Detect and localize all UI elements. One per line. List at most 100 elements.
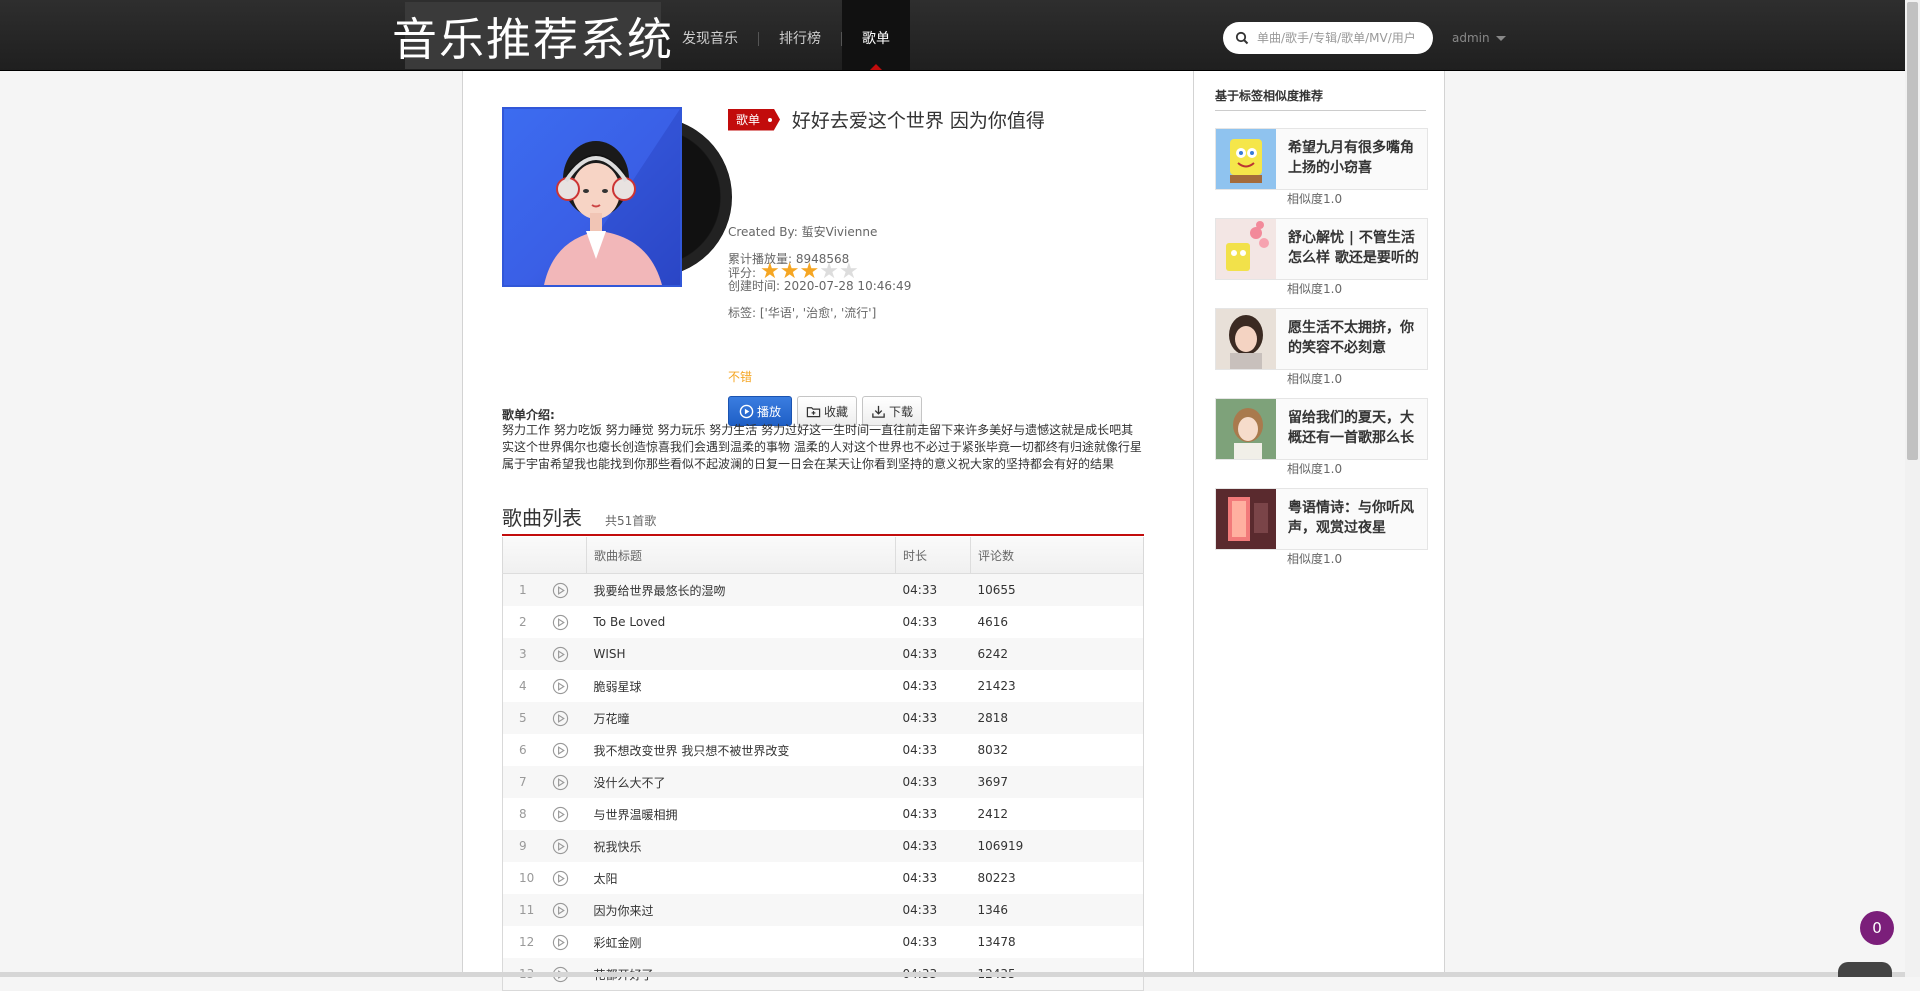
- recommend-card[interactable]: 粤语情诗：与你听风声，观赏过夜星: [1215, 488, 1428, 550]
- song-row[interactable]: 4 脆弱星球 04:33 21423: [503, 670, 1144, 702]
- recommend-card[interactable]: 舒心解忧 | 不管生活怎么样 歌还是要听的: [1215, 218, 1428, 280]
- play-circle-icon[interactable]: [552, 646, 569, 663]
- song-row[interactable]: 11 因为你来过 04:33 1346: [502, 894, 1144, 926]
- download-button-label: 下载: [889, 404, 914, 419]
- col-title: 歌曲标题: [586, 537, 896, 574]
- song-index: 3: [502, 638, 548, 670]
- recommend-similarity: 相似度1.0: [1287, 282, 1343, 296]
- song-row[interactable]: 9 祝我快乐 04:33 106919: [502, 830, 1144, 862]
- song-title[interactable]: 没什么大不了: [586, 766, 896, 798]
- star-icon[interactable]: ★: [760, 259, 780, 284]
- playlist-header: 歌单 好好去爱这个世界 因为你值得: [728, 106, 1168, 133]
- play-circle-icon[interactable]: [552, 934, 569, 951]
- song-title[interactable]: 我要给世界最悠长的湿吻: [586, 573, 896, 606]
- creator-label: Created By:: [728, 225, 798, 239]
- recommend-title[interactable]: 粤语情诗：与你听风声，观赏过夜星: [1288, 498, 1420, 538]
- song-duration: 04:33: [902, 807, 938, 821]
- play-circle-icon[interactable]: [552, 614, 569, 631]
- song-row[interactable]: 6 我不想改变世界 我只想不被世界改变 04:33 8032: [503, 734, 1144, 766]
- search-box[interactable]: [1223, 22, 1433, 54]
- search-input[interactable]: [1255, 30, 1429, 46]
- song-title[interactable]: 彩虹金刚: [587, 926, 896, 958]
- play-circle-icon[interactable]: [552, 678, 569, 695]
- recommend-card[interactable]: 希望九月有很多嘴角上扬的小窃喜: [1215, 128, 1428, 190]
- nav-charts-label: 排行榜: [779, 31, 821, 47]
- song-duration: 04:33: [895, 830, 971, 862]
- recommend-thumbnail[interactable]: [1216, 129, 1276, 189]
- recommend-title[interactable]: 希望九月有很多嘴角上扬的小窃喜: [1288, 138, 1420, 178]
- recommend-similarity: 相似度1.0: [1287, 372, 1343, 386]
- creator-name[interactable]: 蜇安Vivienne: [802, 225, 878, 239]
- song-index: 9: [502, 830, 548, 862]
- description-line: 属于宇宙希望我也能找到你那些看似不起波澜的日复一日会在某天让你看到坚持的意义祝大…: [502, 457, 1115, 471]
- play-circle-icon[interactable]: [552, 582, 569, 599]
- recommend-thumbnail[interactable]: [1216, 489, 1276, 549]
- song-title[interactable]: 我不想改变世界 我只想不被世界改变: [587, 734, 896, 766]
- nav-playlists[interactable]: 歌单: [842, 0, 910, 70]
- song-duration: 04:33: [902, 743, 938, 757]
- star-icon[interactable]: ★: [839, 259, 859, 284]
- corner-widget[interactable]: [1838, 962, 1892, 977]
- recommend-thumbnail[interactable]: [1216, 219, 1276, 279]
- recommend-thumbnail[interactable]: [1216, 399, 1276, 459]
- song-title[interactable]: 太阳: [587, 862, 896, 894]
- search-icon[interactable]: [1235, 31, 1249, 45]
- song-row[interactable]: 3 WISH 04:33 6242: [502, 638, 1144, 670]
- song-title[interactable]: 与世界温暖相拥: [587, 798, 896, 830]
- song-row[interactable]: 2 To Be Loved 04:33 4616: [503, 606, 1144, 638]
- song-play-cell: [548, 862, 587, 894]
- user-menu[interactable]: admin: [1452, 31, 1506, 45]
- song-title[interactable]: To Be Loved: [587, 606, 896, 638]
- song-row[interactable]: 7 没什么大不了 04:33 3697: [502, 766, 1144, 798]
- recommend-title[interactable]: 愿生活不太拥挤，你的笑容不必刻意: [1288, 318, 1420, 358]
- song-row[interactable]: 5 万花曈 04:33 2818: [502, 702, 1144, 734]
- nav-discover[interactable]: 发现音乐: [662, 0, 758, 70]
- recommend-card[interactable]: 留给我们的夏天，大概还有一首歌那么长: [1215, 398, 1428, 460]
- song-title[interactable]: 因为你来过: [586, 894, 896, 926]
- playlist-title: 好好去爱这个世界 因为你值得: [791, 110, 1045, 132]
- song-title[interactable]: 脆弱星球: [587, 670, 896, 702]
- recommend-card[interactable]: 愿生活不太拥挤，你的笑容不必刻意: [1215, 308, 1428, 370]
- song-index: 2: [519, 615, 527, 629]
- main-nav: 发现音乐 排行榜 歌单: [662, 0, 910, 70]
- play-circle-icon[interactable]: [552, 902, 569, 919]
- folder-add-icon: [806, 406, 821, 417]
- song-row[interactable]: 8 与世界温暖相拥 04:33 2412: [503, 798, 1144, 830]
- col-play: [548, 537, 587, 574]
- song-duration: 04:33: [902, 679, 938, 693]
- logo-text: 音乐推荐系统: [392, 13, 675, 66]
- scrollbar-thumb[interactable]: [1907, 2, 1918, 460]
- song-comments: 4616: [977, 615, 1009, 629]
- song-row[interactable]: 12 彩虹金刚 04:33 13478: [503, 926, 1144, 958]
- song-title[interactable]: 祝我快乐: [586, 830, 896, 862]
- play-circle-icon[interactable]: [552, 742, 569, 759]
- star-icon[interactable]: ★: [819, 259, 839, 284]
- song-title[interactable]: WISH: [586, 638, 896, 670]
- star-icon[interactable]: ★: [780, 259, 800, 284]
- rating: 评分: ★★★★★: [728, 261, 859, 283]
- play-circle-icon[interactable]: [552, 774, 569, 791]
- song-row[interactable]: 1 我要给世界最悠长的湿吻 04:33 10655: [502, 573, 1144, 606]
- star-icon[interactable]: ★: [800, 259, 820, 284]
- play-circle-icon[interactable]: [552, 710, 569, 727]
- song-title[interactable]: 万花曈: [586, 702, 896, 734]
- tag-badge-label: 歌单: [736, 112, 761, 127]
- recommend-title[interactable]: 舒心解忧 | 不管生活怎么样 歌还是要听的: [1288, 228, 1420, 268]
- nav-charts[interactable]: 排行榜: [759, 0, 841, 70]
- play-circle-icon[interactable]: [552, 838, 569, 855]
- sidebar-title: 基于标签相似度推荐: [1215, 87, 1426, 111]
- horizontal-scrollbar[interactable]: [0, 972, 1905, 977]
- song-comments: 13478: [977, 935, 1016, 949]
- play-circle-icon[interactable]: [552, 806, 569, 823]
- play-circle-icon[interactable]: [552, 870, 569, 887]
- recommend-thumbnail[interactable]: [1216, 309, 1276, 369]
- active-indicator-icon: [870, 64, 882, 70]
- song-row[interactable]: 10 太阳 04:33 80223: [503, 862, 1144, 894]
- rating-stars[interactable]: ★★★★★: [760, 261, 859, 283]
- site-logo[interactable]: 音乐推荐系统: [392, 2, 672, 69]
- playlist-cover: [502, 107, 732, 287]
- song-comments: 10655: [970, 573, 1144, 606]
- notification-badge[interactable]: 0: [1860, 911, 1894, 945]
- song-list-title: 歌曲列表: [502, 506, 582, 530]
- recommend-title[interactable]: 留给我们的夏天，大概还有一首歌那么长: [1288, 408, 1420, 448]
